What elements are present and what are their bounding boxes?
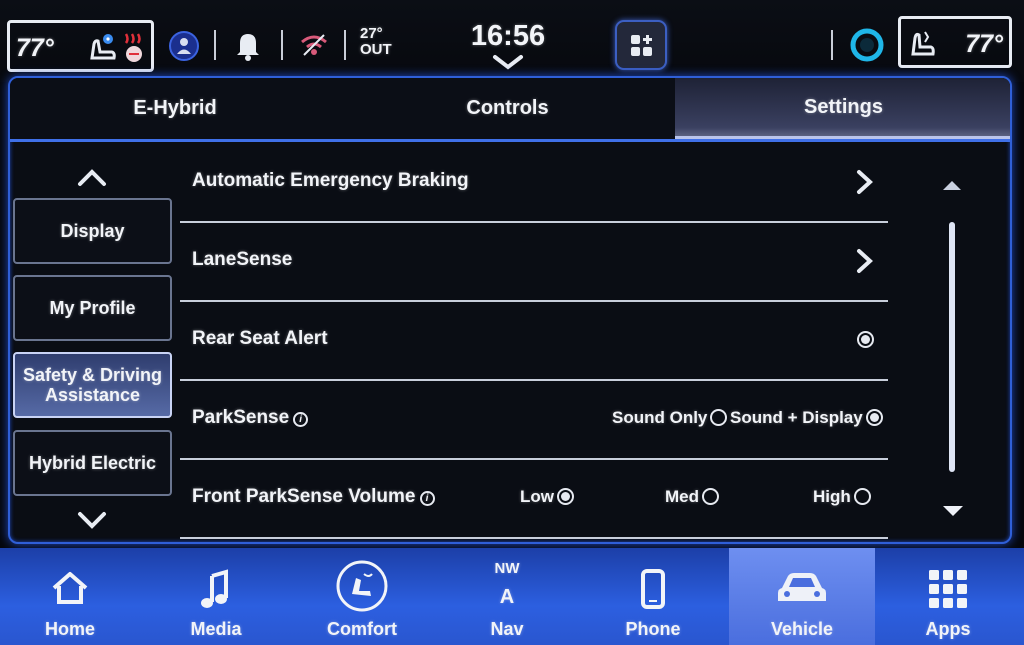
parksense-label: ParkSense <box>192 407 290 428</box>
chevron-down-icon[interactable] <box>72 508 112 534</box>
nav-label: Comfort <box>327 619 397 639</box>
option-label: Sound Only <box>612 408 708 427</box>
nav-media[interactable]: Media <box>146 548 286 645</box>
row-automatic-emergency-braking[interactable]: Automatic Emergency Braking <box>180 144 888 223</box>
volume-option-med[interactable]: Med <box>665 487 719 507</box>
phone-icon <box>641 569 665 609</box>
app-drawer-icon <box>631 35 652 56</box>
compass-heading: NW <box>494 560 520 577</box>
passenger-temp: 77° <box>965 30 1003 58</box>
nav-label: Vehicle <box>770 619 834 639</box>
nav-navigation[interactable]: NW A Nav <box>437 548 577 645</box>
tab-e-hybrid[interactable]: E-Hybrid <box>10 78 340 139</box>
status-bar: 77° 27° OUT 16:56 77° <box>0 0 1024 82</box>
row-parksense: ParkSense i Sound Only Sound + Display <box>180 381 888 460</box>
divider <box>344 30 346 60</box>
music-icon <box>201 569 228 608</box>
nav-label: Apps <box>925 619 971 639</box>
category-hybrid-electric[interactable]: Hybrid Electric <box>13 430 172 496</box>
climate-icon <box>336 560 388 612</box>
nav-label: Phone <box>625 619 681 639</box>
row-label: LaneSense <box>192 249 293 270</box>
heated-seat-icon[interactable] <box>120 31 148 63</box>
category-safety-driving-assistance[interactable]: Safety & Driving Assistance <box>13 352 172 418</box>
option-label: Med <box>665 487 699 506</box>
outside-temp-value: 27° <box>360 25 383 42</box>
tab-controls[interactable]: Controls <box>340 78 675 139</box>
chevron-down-icon[interactable] <box>492 54 524 70</box>
app-drawer-button[interactable] <box>615 20 667 70</box>
parksense-option-sound-only[interactable]: Sound Only <box>612 408 728 428</box>
option-label: Low <box>520 487 554 506</box>
car-icon <box>778 573 826 601</box>
volume-option-high[interactable]: High <box>813 487 871 507</box>
tab-bar: E-Hybrid Controls Settings <box>10 78 1010 142</box>
category-display[interactable]: Display <box>13 198 172 264</box>
nav-label: Home <box>44 619 95 639</box>
row-label: Rear Seat Alert <box>192 328 328 349</box>
driver-profile-icon[interactable] <box>168 30 200 62</box>
radio-button[interactable] <box>702 488 719 505</box>
scroll-up-arrow[interactable] <box>941 178 963 192</box>
nav-label: Nav <box>490 619 524 639</box>
passenger-climate-button[interactable]: 77° <box>898 16 1012 68</box>
info-icon[interactable]: i <box>293 412 309 427</box>
chevron-right-icon[interactable] <box>854 247 876 275</box>
settings-panel: E-Hybrid Controls Settings Display My Pr… <box>8 76 1012 544</box>
home-icon <box>52 572 88 604</box>
category-my-profile[interactable]: My Profile <box>13 275 172 341</box>
nav-phone[interactable]: Phone <box>583 548 723 645</box>
front-parksense-volume-label: Front ParkSense Volume <box>192 486 416 507</box>
scrollbar[interactable] <box>949 222 955 472</box>
nav-home[interactable]: Home <box>0 548 140 645</box>
nav-apps[interactable]: Apps <box>878 548 1018 645</box>
outside-temperature: 27° OUT <box>360 26 392 58</box>
row-label: Front ParkSense Volume i <box>192 486 435 508</box>
scrollbar-thumb[interactable] <box>949 222 955 472</box>
seat-fan-icon[interactable] <box>86 32 120 62</box>
wifi-icon <box>301 34 327 56</box>
nav-label: Media <box>190 619 242 639</box>
radio-button[interactable] <box>853 488 871 505</box>
parksense-option-sound-display[interactable]: Sound + Display <box>730 408 883 428</box>
compass-arrow: A <box>499 586 515 608</box>
scroll-down-arrow[interactable] <box>941 503 965 519</box>
clock: 16:56 <box>470 20 546 52</box>
bell-icon[interactable] <box>232 28 264 62</box>
rear-seat-alert-toggle[interactable] <box>857 331 874 348</box>
grid-icon <box>929 570 967 608</box>
chevron-up-icon[interactable] <box>72 164 112 190</box>
tab-settings[interactable]: Settings <box>675 78 1010 139</box>
row-label: Automatic Emergency Braking <box>192 170 469 191</box>
driver-climate-button[interactable]: 77° <box>7 20 154 72</box>
row-rear-seat-alert[interactable]: Rear Seat Alert <box>180 302 888 381</box>
info-icon[interactable]: i <box>419 491 435 506</box>
nav-comfort[interactable]: Comfort <box>292 548 432 645</box>
row-front-parksense-volume: Front ParkSense Volume i Low Med High <box>180 460 888 539</box>
option-label: Sound + Display <box>730 408 863 427</box>
row-label: ParkSense i <box>192 407 309 429</box>
volume-option-low[interactable]: Low <box>520 487 574 507</box>
radio-button[interactable] <box>710 409 728 426</box>
nav-vehicle[interactable]: Vehicle <box>729 548 875 645</box>
voice-assistant-icon[interactable] <box>850 28 884 62</box>
divider <box>281 30 283 60</box>
radio-button[interactable] <box>557 488 574 505</box>
bottom-nav-bar: Home Media Comfort NW A Nav Phone Vehicl… <box>0 548 1024 645</box>
option-label: High <box>813 487 851 506</box>
row-lanesense[interactable]: LaneSense <box>180 223 888 302</box>
outside-temp-label: OUT <box>360 41 392 58</box>
driver-temp: 77° <box>16 34 54 62</box>
divider <box>214 30 216 60</box>
chevron-right-icon[interactable] <box>854 168 876 196</box>
seat-icon <box>911 31 935 56</box>
divider <box>831 30 833 60</box>
radio-button[interactable] <box>865 409 883 426</box>
